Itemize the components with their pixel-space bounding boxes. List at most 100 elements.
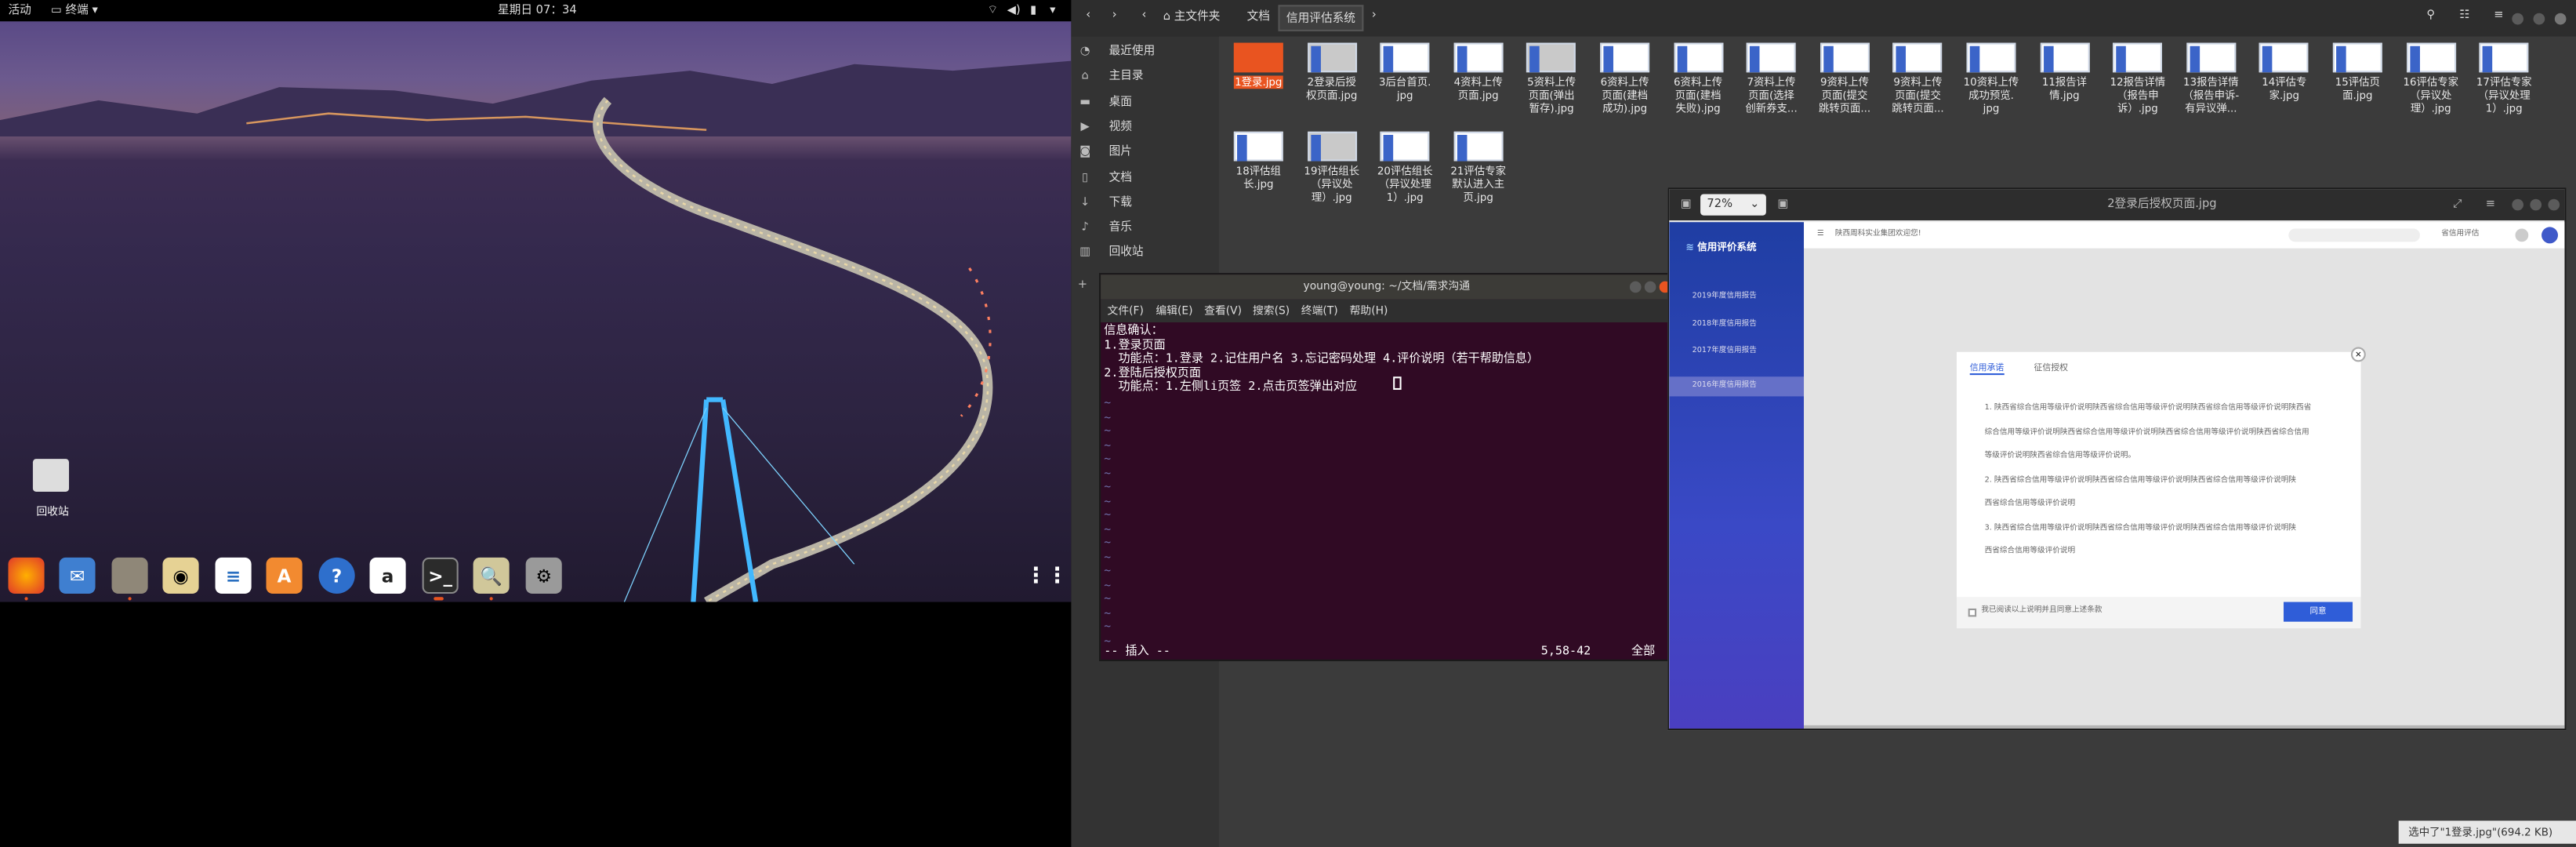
terminal-menu-item[interactable]: 帮助(H) bbox=[1350, 300, 1388, 322]
file-label: 默认进入主 bbox=[1452, 177, 1505, 191]
sidebar-item[interactable]: ▬ 桌面 bbox=[1078, 89, 1216, 112]
menu-icon[interactable]: ≡ bbox=[2494, 8, 2503, 21]
files-icon[interactable] bbox=[111, 557, 148, 594]
viewer-maximize-icon[interactable] bbox=[2530, 198, 2542, 211]
clock[interactable]: 星期日 07：34 bbox=[498, 0, 577, 21]
vim-empty-line: ~ bbox=[1104, 410, 1112, 424]
viewer-minimize-icon[interactable] bbox=[2512, 198, 2523, 211]
fit-icon[interactable]: ▣ bbox=[1778, 189, 1789, 220]
image-viewer-window[interactable]: ▣ 72% ⌄ ▣ 2登录后授权页面.jpg ⤢ ≡ ≋ 信用评价系统 2019年… bbox=[1667, 187, 2567, 731]
sidebar-item[interactable]: ◔ 最近使用 bbox=[1078, 39, 1216, 62]
minimize-icon[interactable] bbox=[2512, 13, 2523, 25]
system-menu-arrow-icon[interactable]: ▾ bbox=[1050, 0, 1055, 21]
search-icon[interactable]: ⚲ bbox=[2426, 8, 2435, 21]
terminal-menu-item[interactable]: 编辑(E) bbox=[1156, 300, 1192, 322]
close-icon[interactable] bbox=[2554, 13, 2567, 25]
viewer-close-icon[interactable] bbox=[2548, 198, 2560, 211]
mock-paragraph-line: 2. 陕西省综合信用等级评价说明陕西省综合信用等级评价说明陕西省综合信用等级评价… bbox=[1984, 476, 2296, 485]
viewer-menu-icon[interactable]: ≡ bbox=[2486, 189, 2495, 220]
mock-paragraph-line: 综合信用等级评价说明陕西省综合信用等级评价说明陕西省综合信用等级评价说明陕西省综… bbox=[1984, 428, 2309, 437]
volume-icon[interactable]: ◀) bbox=[1007, 0, 1021, 21]
zoom-select[interactable]: 72% ⌄ bbox=[1700, 194, 1766, 216]
running-indicator bbox=[24, 597, 28, 601]
terminal-maximize-icon[interactable] bbox=[1644, 281, 1656, 293]
image-viewer-icon[interactable]: 🔍 bbox=[473, 557, 510, 594]
path-left-icon[interactable]: ‹ bbox=[1142, 8, 1147, 21]
sidebar-toggle-icon[interactable]: ▣ bbox=[1681, 189, 1692, 220]
file-label: （异议处理 bbox=[2477, 89, 2531, 103]
file-item[interactable]: 17评估专家 （异议处理 1）.jpg bbox=[2471, 36, 2537, 115]
path-right-icon[interactable]: › bbox=[1372, 8, 1377, 21]
terminal-line: 功能点：1.左侧li页签 2.点击页签弹出对应 bbox=[1104, 378, 1357, 394]
amazon-icon[interactable]: a bbox=[369, 557, 406, 594]
file-item[interactable]: 10资料上传 成功预览. jpg bbox=[1958, 36, 2024, 115]
maximize-icon[interactable] bbox=[2533, 13, 2545, 25]
file-item[interactable]: 5资料上传 页面(弹出 暂存).jpg bbox=[1518, 36, 1584, 115]
firefox-icon[interactable] bbox=[8, 557, 45, 594]
writer-icon[interactable]: ≡ bbox=[215, 557, 252, 594]
sidebar-item[interactable]: ▶ 视频 bbox=[1078, 115, 1216, 138]
mock-close-icon: × bbox=[2350, 347, 2366, 362]
network-icon[interactable]: ⌔ bbox=[988, 0, 999, 21]
mock-paragraph-line: 3. 陕西省综合信用等级评价说明陕西省综合信用等级评价说明陕西省综合信用等级评价… bbox=[1984, 523, 2296, 533]
file-item[interactable]: 21评估专家 默认进入主 页.jpg bbox=[1446, 125, 1511, 204]
settings-icon[interactable]: ⚙ bbox=[525, 557, 562, 594]
file-item[interactable]: 4资料上传 页面.jpg bbox=[1446, 36, 1511, 102]
image-thumbnail-icon bbox=[1380, 131, 1430, 162]
file-item[interactable]: 12报告详情 （报告申 诉）.jpg bbox=[2105, 36, 2171, 115]
vim-empty-line: ~ bbox=[1104, 396, 1112, 410]
help-icon[interactable]: ? bbox=[318, 557, 355, 594]
file-item[interactable]: 9资料上传 页面(提交 跳转页面... bbox=[1885, 36, 1951, 115]
file-item[interactable]: 1登录.jpg bbox=[1225, 36, 1291, 89]
terminal-menu-item[interactable]: 查看(V) bbox=[1204, 300, 1242, 322]
crumb-docs[interactable]: 文档 bbox=[1240, 8, 1276, 24]
mock-logo-icon: ≋ bbox=[1685, 242, 1698, 253]
mock-menu-icon: ☰ bbox=[1816, 230, 1824, 239]
file-item[interactable]: 15评估页 面.jpg bbox=[2324, 36, 2390, 102]
vim-empty-line: ~ bbox=[1104, 508, 1112, 522]
sidebar-item[interactable]: ▥ 回收站 bbox=[1078, 241, 1216, 264]
vim-empty-line: ~ bbox=[1104, 605, 1112, 620]
file-item[interactable]: 13报告详情 （报告申诉- 有异议弹... bbox=[2178, 36, 2244, 115]
file-item[interactable]: 6资料上传 页面(建档 成功).jpg bbox=[1592, 36, 1658, 115]
activities-button[interactable]: 活动 bbox=[8, 0, 31, 21]
file-item[interactable]: 3后台首页. jpg bbox=[1372, 36, 1438, 102]
file-item[interactable]: 18评估组 长.jpg bbox=[1225, 125, 1291, 191]
terminal-menu-item[interactable]: 文件(F) bbox=[1108, 300, 1144, 322]
file-item[interactable]: 20评估组长 （异议处理 1）.jpg bbox=[1372, 125, 1438, 204]
terminal-menu-item[interactable]: 终端(T) bbox=[1301, 300, 1338, 322]
back-icon[interactable]: ‹ bbox=[1086, 8, 1090, 21]
fullscreen-icon[interactable]: ⤢ bbox=[2453, 189, 2462, 220]
sidebar-item[interactable]: ♪ 音乐 bbox=[1078, 216, 1216, 238]
terminal-icon[interactable]: >_ bbox=[422, 557, 459, 594]
sidebar-item-label: 回收站 bbox=[1108, 245, 1144, 260]
desktop-trash-icon[interactable] bbox=[32, 459, 70, 493]
terminal-menu-item[interactable]: 搜索(S) bbox=[1253, 300, 1290, 322]
file-item[interactable]: 19评估组长 （异议处 理）.jpg bbox=[1299, 125, 1365, 204]
thunderbird-icon[interactable]: ✉ bbox=[59, 557, 96, 594]
forward-icon[interactable]: › bbox=[1112, 8, 1117, 21]
view-options-icon[interactable]: ☷ bbox=[2459, 8, 2469, 21]
sidebar-item[interactable]: ▯ 文档 bbox=[1078, 165, 1216, 188]
sidebar-item[interactable]: ↓ 下载 bbox=[1078, 191, 1216, 213]
sidebar-item[interactable]: ⌂ 主目录 bbox=[1078, 64, 1216, 87]
show-apps-icon[interactable]: ⋮⋮ bbox=[1025, 558, 1068, 594]
sidebar-item-label: 最近使用 bbox=[1108, 44, 1156, 58]
crumb-current[interactable]: 信用评估系统 bbox=[1278, 5, 1364, 31]
battery-icon[interactable]: ▮ bbox=[1030, 0, 1036, 21]
file-item[interactable]: 6资料上传 页面(建档 失败).jpg bbox=[1665, 36, 1731, 115]
file-item[interactable]: 16评估专家 （异议处 理）.jpg bbox=[2398, 36, 2464, 115]
app-menu[interactable]: ▭ 终端 ▾ bbox=[51, 0, 98, 21]
file-item[interactable]: 7资料上传 页面(选择 创新券支... bbox=[1739, 36, 1805, 115]
terminal-window[interactable]: young@young: ~/文档/需求沟通 文件(F) 编辑(E) 查看(V) 搜索… bbox=[1099, 273, 1674, 662]
file-item[interactable]: 14评估专 家.jpg bbox=[2251, 36, 2317, 102]
file-item[interactable]: 2登录后授 权页面.jpg bbox=[1299, 36, 1365, 102]
rhythmbox-icon[interactable]: ◉ bbox=[162, 557, 199, 594]
file-item[interactable]: 9资料上传 页面(提交 跳转页面... bbox=[1812, 36, 1878, 115]
sidebar-item[interactable]: ◙ 图片 bbox=[1078, 140, 1216, 163]
file-label: 6资料上传 bbox=[1674, 75, 1723, 89]
file-item[interactable]: 11报告详 情.jpg bbox=[2032, 36, 2098, 102]
software-icon[interactable]: A bbox=[266, 557, 303, 594]
crumb-home[interactable]: ⌂ 主文件夹 bbox=[1156, 8, 1226, 24]
terminal-minimize-icon[interactable] bbox=[1629, 281, 1642, 293]
